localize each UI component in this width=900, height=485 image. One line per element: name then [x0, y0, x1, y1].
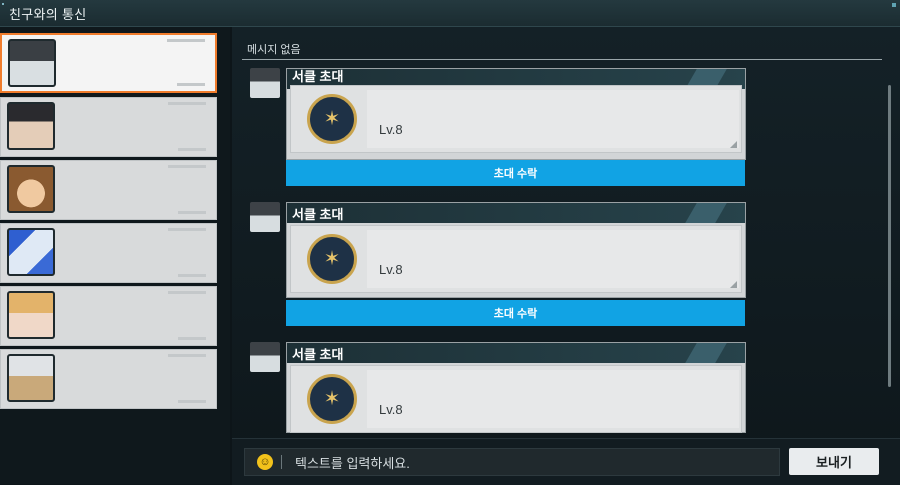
corner-marker: [892, 3, 896, 7]
friend-item[interactable]: [0, 286, 217, 346]
card-info-area: [367, 370, 739, 428]
friend-avatar: [7, 291, 55, 339]
accept-invite-button[interactable]: 초대 수락: [286, 300, 745, 326]
friend-info: [168, 102, 206, 105]
circle-emblem-icon: ✶: [307, 94, 357, 144]
circle-level: Lv.8: [379, 122, 403, 137]
card-body: ✶ Lv.8: [290, 85, 742, 153]
friend-status: [178, 337, 206, 340]
chat-panel: 메시지 없음 서클 초대 ✶ Lv.8 서클 초대 ✶ Lv.8 서클 초대 ✶…: [232, 27, 900, 484]
sender-avatar: [250, 68, 280, 98]
divider: [242, 59, 882, 60]
circle-emblem-icon: ✶: [307, 234, 357, 284]
friend-avatar: [8, 39, 56, 87]
card-title: 서클 초대: [292, 347, 344, 362]
circle-invite-card[interactable]: 서클 초대 ✶ Lv.8: [286, 202, 746, 298]
friend-status: [178, 148, 206, 151]
circle-emblem-icon: ✶: [307, 374, 357, 424]
smiley-icon[interactable]: ☺: [257, 454, 273, 470]
friend-status: [177, 83, 205, 86]
friend-item[interactable]: [0, 33, 217, 93]
input-separator: [281, 455, 282, 469]
friend-info: [168, 228, 206, 231]
sender-avatar: [250, 342, 280, 372]
card-title: 서클 초대: [292, 207, 344, 222]
friend-avatar: [7, 354, 55, 402]
friend-avatar: [7, 165, 55, 213]
title-marker: [2, 3, 4, 5]
empty-message-label: 메시지 없음: [247, 44, 301, 56]
corner-mark: [730, 281, 737, 288]
corner-mark: [730, 141, 737, 148]
card-body: ✶ Lv.8: [290, 365, 742, 433]
friend-item[interactable]: [0, 160, 217, 220]
friend-item[interactable]: [0, 349, 217, 409]
friend-info: [168, 291, 206, 294]
card-info-area: [367, 230, 739, 288]
card-title: 서클 초대: [292, 69, 344, 84]
friend-info: [168, 354, 206, 357]
friend-info: [168, 165, 206, 168]
circle-level: Lv.8: [379, 262, 403, 277]
chat-scrollbar[interactable]: [888, 85, 891, 387]
friend-status: [178, 274, 206, 277]
window-titlebar: 친구와의 통신: [0, 0, 900, 27]
friend-item[interactable]: [0, 97, 217, 157]
friend-item[interactable]: [0, 223, 217, 283]
sender-avatar: [250, 202, 280, 232]
friend-avatar: [7, 228, 55, 276]
send-button[interactable]: 보내기: [789, 448, 879, 475]
message-input-box: ☺: [244, 448, 780, 476]
circle-invite-card[interactable]: 서클 초대 ✶ Lv.8: [286, 342, 746, 433]
window-title: 친구와의 통신: [9, 7, 87, 22]
friend-status: [178, 400, 206, 403]
friend-avatar: [7, 102, 55, 150]
card-info-area: [367, 90, 739, 148]
circle-level: Lv.8: [379, 402, 403, 417]
friend-list: [0, 27, 230, 484]
card-body: ✶ Lv.8: [290, 225, 742, 293]
friend-status: [178, 211, 206, 214]
message-input[interactable]: [293, 452, 767, 474]
friend-info: [167, 39, 205, 42]
accept-invite-button[interactable]: 초대 수락: [286, 160, 745, 186]
circle-invite-card[interactable]: 서클 초대 ✶ Lv.8: [286, 68, 746, 160]
card-header: [287, 343, 745, 363]
message-composer: ☺ 보내기: [232, 438, 900, 485]
card-header: [287, 203, 745, 223]
